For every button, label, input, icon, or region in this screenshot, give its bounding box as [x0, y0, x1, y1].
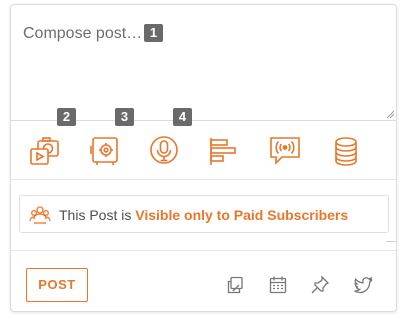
visibility-prefix: This Post is — [59, 207, 136, 223]
post-composer-card: Compose post… 1 2 3 4 This Post is Visib… — [10, 4, 397, 312]
visibility-text: This Post is Visible only to Paid Subscr… — [59, 207, 348, 223]
microphone-icon[interactable] — [147, 134, 181, 168]
pin-icon[interactable] — [310, 275, 330, 295]
post-button[interactable]: POST — [26, 268, 88, 302]
media-toolbar — [11, 121, 396, 180]
divider-mark — [386, 241, 396, 242]
users-group-icon — [29, 206, 51, 224]
resize-grip-icon[interactable] — [386, 110, 394, 118]
visibility-notice[interactable]: This Post is Visible only to Paid Subscr… — [19, 195, 389, 233]
compose-placeholder: Compose post… — [23, 25, 143, 42]
live-broadcast-icon[interactable] — [268, 134, 302, 168]
copy-icon[interactable] — [225, 275, 245, 295]
camera-photo-video-icon[interactable] — [28, 134, 62, 168]
calendar-icon[interactable] — [268, 275, 288, 295]
visibility-value: Visible only to Paid Subscribers — [135, 207, 349, 223]
compose-textarea[interactable]: Compose post… 1 — [11, 5, 396, 121]
bar-chart-poll-icon[interactable] — [207, 134, 241, 168]
coins-stack-icon[interactable] — [329, 134, 363, 168]
settings-box-icon[interactable] — [88, 134, 122, 168]
step-badge-1: 1 — [144, 24, 163, 42]
footer-divider — [11, 250, 396, 251]
twitter-icon[interactable] — [353, 275, 373, 295]
